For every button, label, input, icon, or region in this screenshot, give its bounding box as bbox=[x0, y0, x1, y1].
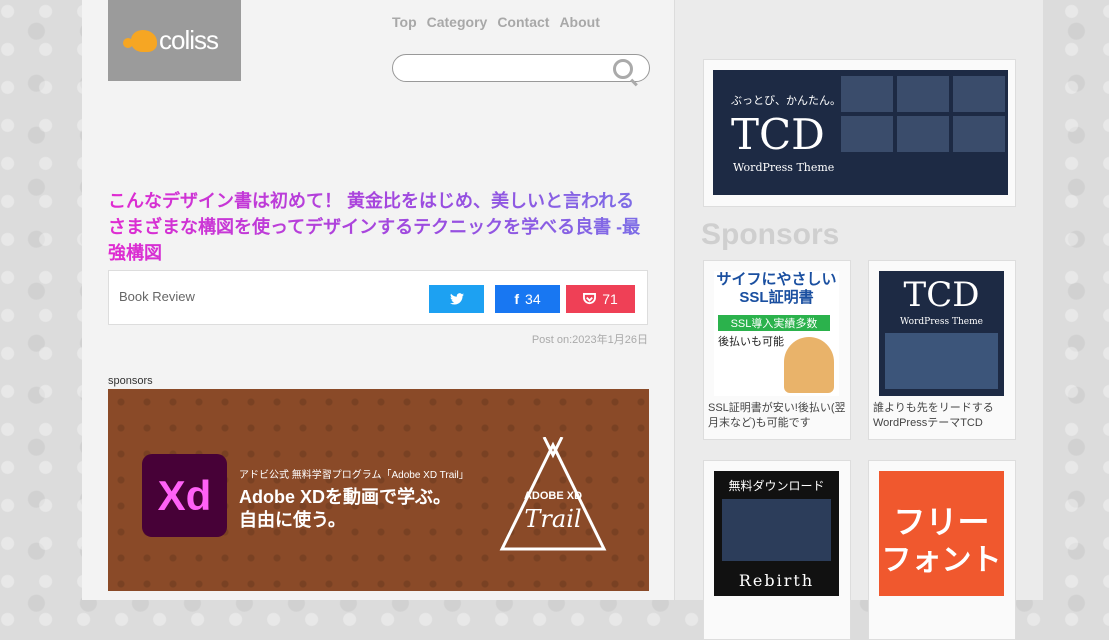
banner-small-text: アドビ公式 無料学習プログラム「Adobe XD Trail」 bbox=[239, 470, 469, 481]
tcd-brand-2: TCD bbox=[903, 275, 980, 315]
ssl-note: 後払いも可能 bbox=[718, 336, 784, 348]
tcd-caption: 誰よりも先をリードするWordPressテーマTCD bbox=[873, 402, 994, 429]
sponsors-label: sponsors bbox=[108, 375, 153, 387]
adobe-xd-logo: Xd bbox=[142, 454, 227, 537]
trail-text-2: Trail bbox=[524, 505, 581, 533]
sponsor-ad-rebirth[interactable]: 無料ダウンロード Rebirth bbox=[703, 460, 851, 640]
tcd-brand: TCD bbox=[731, 110, 825, 159]
pocket-icon bbox=[583, 293, 597, 304]
sponsor-ad-free-font[interactable]: フリー フォント bbox=[868, 460, 1016, 640]
xd-trail-tent-icon: ADOBE XD Trail bbox=[499, 437, 607, 551]
rebirth-title: 無料ダウンロード bbox=[728, 479, 825, 493]
adobe-xd-banner[interactable]: Xd アドビ公式 無料学習プログラム「Adobe XD Trail」 Adobe… bbox=[108, 389, 649, 591]
rebirth-name: Rebirth bbox=[738, 571, 815, 590]
search-icon[interactable] bbox=[613, 59, 633, 79]
category-link[interactable]: Book Review bbox=[119, 289, 195, 304]
post-date: Post on:2023年1月26日 bbox=[531, 334, 648, 346]
theme-thumbnails bbox=[841, 76, 1005, 152]
tcd-subtitle: WordPress Theme bbox=[733, 161, 835, 174]
tcd-top-ad[interactable]: ぶっとび、かんたん。 TCD WordPress Theme bbox=[703, 59, 1016, 207]
squirrel-logo-icon bbox=[122, 29, 157, 52]
facebook-icon: f bbox=[514, 291, 520, 307]
facebook-share-button[interactable]: f 34 bbox=[495, 285, 560, 313]
pocket-save-button[interactable]: 71 bbox=[566, 285, 635, 313]
sponsor-ad-tcd[interactable]: TCD WordPress Theme 誰よりも先をリードするWordPress… bbox=[868, 260, 1016, 440]
free-font-ad-image: フリー フォント bbox=[879, 471, 1004, 596]
search-box bbox=[392, 54, 650, 82]
tcd-tagline: ぶっとび、かんたん。 bbox=[731, 95, 841, 107]
twitter-icon bbox=[449, 293, 464, 305]
sponsor-ad-ssl[interactable]: サイフにやさしい SSL証明書 SSL導入実績多数 後払いも可能 SSL証明書が… bbox=[703, 260, 851, 440]
site-logo[interactable]: coliss bbox=[108, 0, 241, 81]
search-input[interactable] bbox=[405, 55, 609, 81]
article-title[interactable]: こんなデザイン書は初めて！ 黄金比をはじめ、美しいと言われるさまざまな構図を使っ… bbox=[108, 188, 648, 266]
rebirth-screens bbox=[722, 499, 831, 561]
person-photo bbox=[784, 337, 834, 393]
nav-category[interactable]: Category bbox=[427, 14, 488, 30]
sponsors-heading: Sponsors bbox=[701, 218, 840, 251]
tcd-ad-image-2: TCD WordPress Theme bbox=[879, 271, 1004, 396]
pocket-count: 71 bbox=[602, 291, 618, 307]
banner-headline-2: 自由に使う。 bbox=[239, 510, 346, 530]
logo-text: coliss bbox=[158, 25, 219, 55]
global-nav: Top Category Contact About bbox=[392, 14, 600, 30]
trail-text-1: ADOBE XD bbox=[524, 490, 582, 502]
tcd-screens bbox=[885, 333, 998, 389]
nav-top[interactable]: Top bbox=[392, 14, 417, 30]
rebirth-ad-image: 無料ダウンロード Rebirth bbox=[714, 471, 839, 596]
twitter-share-button[interactable] bbox=[429, 285, 484, 313]
ssl-title: サイフにやさしい SSL証明書 bbox=[716, 271, 837, 306]
nav-about[interactable]: About bbox=[559, 14, 599, 30]
ssl-caption: SSL証明書が安い!後払い(翌月末など)も可能です bbox=[708, 402, 846, 429]
tcd-sub-2: WordPress Theme bbox=[900, 317, 983, 327]
article-meta-bar: Book Review f 34 71 bbox=[108, 270, 648, 325]
ssl-ad-image: サイフにやさしい SSL証明書 SSL導入実績多数 後払いも可能 bbox=[714, 271, 839, 396]
tcd-ad-image: ぶっとび、かんたん。 TCD WordPress Theme bbox=[713, 70, 1008, 195]
ssl-badge: SSL導入実績多数 bbox=[718, 315, 830, 331]
nav-contact[interactable]: Contact bbox=[497, 14, 549, 30]
free-font-sub: フォント bbox=[881, 544, 1002, 577]
facebook-count: 34 bbox=[525, 291, 541, 307]
